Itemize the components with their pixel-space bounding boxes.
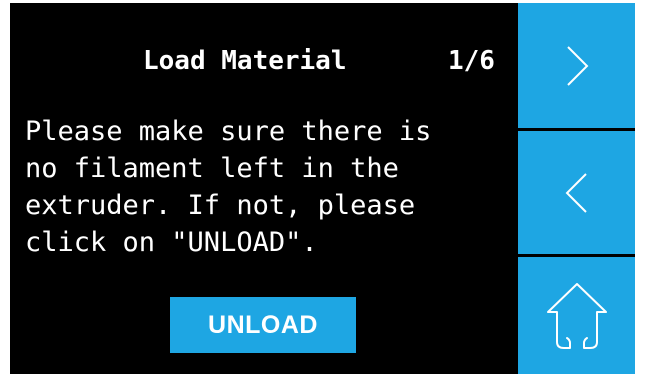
chevron-right-icon: [566, 45, 588, 86]
home-button[interactable]: [518, 257, 635, 374]
back-button[interactable]: [518, 131, 635, 254]
next-button[interactable]: [518, 3, 635, 128]
message-line: click on "UNLOAD".: [25, 227, 318, 258]
navigation-sidebar: [518, 3, 635, 374]
message-line: extruder. If not, please: [25, 190, 416, 221]
step-indicator: 1/6: [448, 46, 495, 76]
load-material-panel: Load Material 1/6 Please make sure there…: [10, 3, 518, 374]
instruction-message: Please make sure there is no filament le…: [25, 113, 431, 261]
unload-button[interactable]: UNLOAD: [170, 297, 356, 353]
chevron-left-icon: [565, 172, 587, 213]
message-line: Please make sure there is: [25, 116, 432, 147]
home-icon: [546, 282, 607, 349]
page-title: Load Material: [143, 46, 347, 76]
message-line: no filament left in the: [25, 153, 399, 184]
printer-screen: Load Material 1/6 Please make sure there…: [10, 3, 635, 374]
